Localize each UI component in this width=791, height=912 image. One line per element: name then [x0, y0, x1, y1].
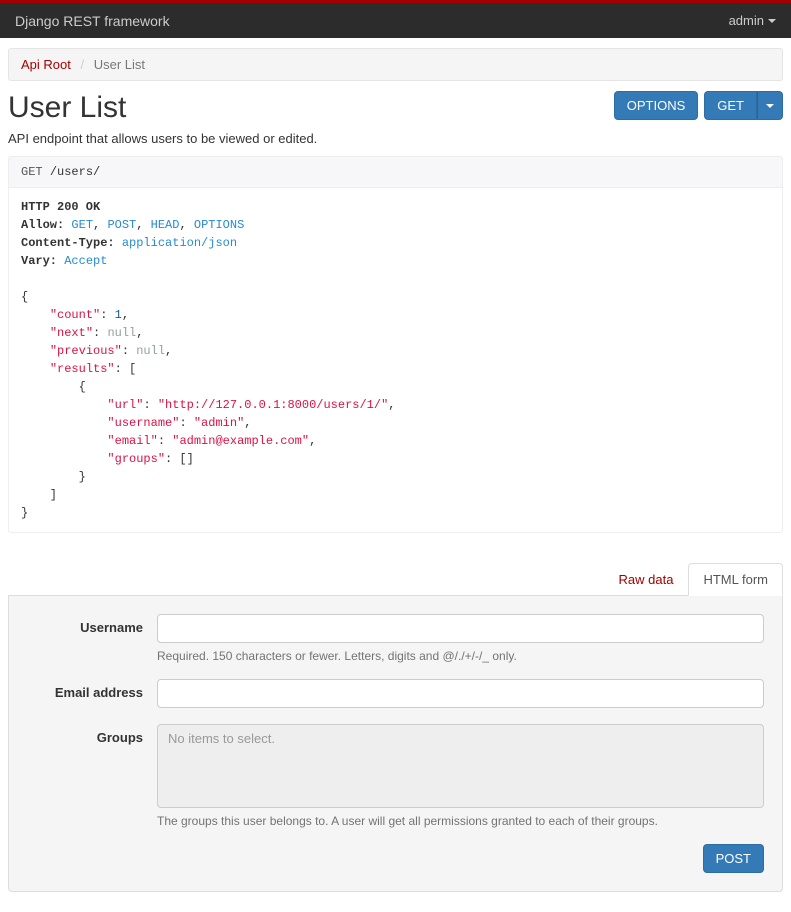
user-menu[interactable]: admin — [729, 13, 776, 28]
username-label: Username — [27, 614, 157, 663]
breadcrumb: Api Root / User List — [8, 48, 783, 81]
get-dropdown-toggle[interactable] — [757, 91, 783, 120]
json-url[interactable]: http://127.0.0.1:8000/users/1/ — [165, 398, 381, 412]
form-actions: POST — [27, 844, 764, 873]
form-row-username: Username Required. 150 characters or few… — [27, 614, 764, 663]
username-help: Required. 150 characters or fewer. Lette… — [157, 649, 764, 663]
breadcrumb-divider: / — [81, 57, 85, 72]
form-row-email: Email address — [27, 679, 764, 708]
json-email: admin@example.com — [179, 434, 301, 448]
allow-options: OPTIONS — [194, 218, 244, 232]
allow-post: POST — [107, 218, 136, 232]
form-tabs: Raw data HTML form — [8, 563, 783, 596]
get-button-group: GET — [704, 91, 783, 120]
email-input[interactable] — [157, 679, 764, 708]
chevron-down-icon — [766, 104, 774, 108]
status-line: HTTP 200 OK — [21, 200, 100, 214]
html-form-panel: Username Required. 150 characters or few… — [8, 596, 783, 892]
user-menu-label: admin — [729, 13, 764, 28]
allow-get: GET — [71, 218, 93, 232]
request-line: GET /users/ — [8, 156, 783, 188]
request-path: /users/ — [50, 165, 100, 179]
json-username: admin — [201, 416, 237, 430]
vary-value: Accept — [64, 254, 107, 268]
response-body: HTTP 200 OK Allow: GET, POST, HEAD, OPTI… — [8, 188, 783, 533]
navbar: Django REST framework admin — [0, 3, 791, 38]
groups-help: The groups this user belongs to. A user … — [157, 814, 764, 828]
post-button[interactable]: POST — [703, 844, 764, 873]
username-input[interactable] — [157, 614, 764, 643]
email-label: Email address — [27, 679, 157, 708]
page-description: API endpoint that allows users to be vie… — [8, 131, 783, 146]
json-count: 1 — [115, 308, 122, 322]
form-row-groups: Groups No items to select. The groups th… — [27, 724, 764, 828]
get-button[interactable]: GET — [704, 91, 757, 120]
groups-select[interactable]: No items to select. — [157, 724, 764, 808]
page-header: User List OPTIONS GET — [8, 91, 783, 125]
allow-head: HEAD — [151, 218, 180, 232]
breadcrumb-root-link[interactable]: Api Root — [21, 57, 71, 72]
allow-label: Allow: — [21, 218, 64, 232]
action-buttons: OPTIONS GET — [614, 91, 783, 120]
content-type-value: application/json — [122, 236, 237, 250]
tab-raw-data[interactable]: Raw data — [604, 563, 689, 596]
vary-label: Vary: — [21, 254, 57, 268]
chevron-down-icon — [768, 19, 776, 23]
request-method: GET — [21, 165, 43, 179]
breadcrumb-current: User List — [94, 57, 145, 72]
options-button[interactable]: OPTIONS — [614, 91, 699, 120]
groups-label: Groups — [27, 724, 157, 828]
content-type-label: Content-Type: — [21, 236, 115, 250]
page-title: User List — [8, 91, 126, 125]
tab-html-form[interactable]: HTML form — [688, 563, 783, 596]
brand-title[interactable]: Django REST framework — [15, 13, 170, 29]
